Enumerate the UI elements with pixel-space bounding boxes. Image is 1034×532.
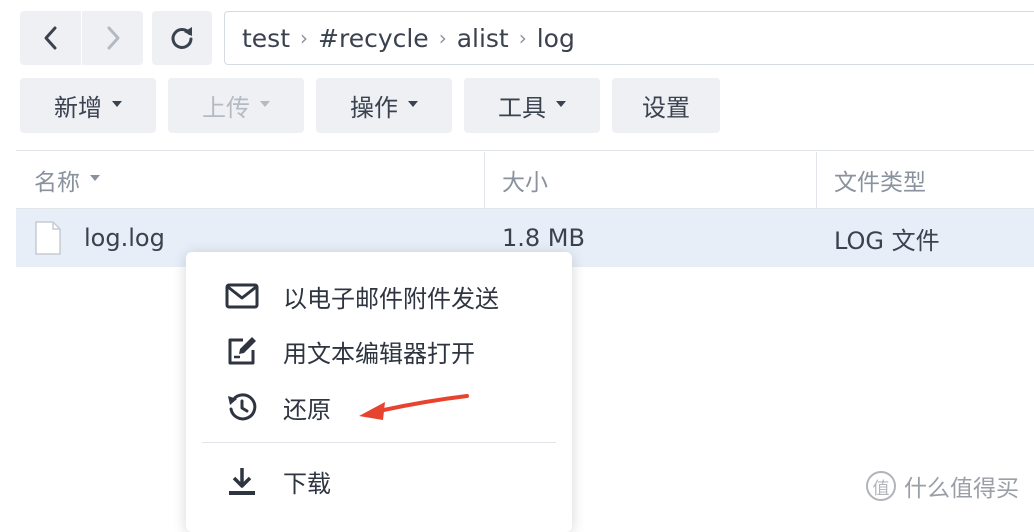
column-header-type[interactable]: 文件类型 <box>834 152 926 208</box>
annotation-arrow-icon <box>359 394 469 420</box>
menu-item-open-text-editor[interactable]: 用文本编辑器打开 <box>186 325 572 377</box>
upload-button-label: 上传 <box>202 94 250 122</box>
settings-button-label: 设置 <box>642 94 690 122</box>
column-header-name-label: 名称 <box>34 170 80 196</box>
action-button-label: 操作 <box>350 94 398 122</box>
breadcrumb-item-log[interactable]: log <box>537 24 575 53</box>
breadcrumb-separator: › <box>518 26 527 50</box>
file-icon <box>34 209 62 267</box>
caret-down-icon <box>260 100 270 107</box>
breadcrumb-item-alist[interactable]: alist <box>457 24 509 53</box>
download-icon <box>224 463 260 499</box>
table-top-divider <box>16 150 1034 151</box>
back-button[interactable] <box>20 11 81 65</box>
action-button[interactable]: 操作 <box>316 78 452 133</box>
column-divider[interactable] <box>484 152 485 208</box>
menu-item-label: 用文本编辑器打开 <box>283 339 475 368</box>
upload-button[interactable]: 上传 <box>168 78 304 133</box>
watermark-logo: 值 <box>866 471 896 501</box>
breadcrumb[interactable]: test › #recycle › alist › log <box>224 11 1034 65</box>
breadcrumb-separator: › <box>300 26 309 50</box>
refresh-icon <box>168 24 196 52</box>
breadcrumb-separator: › <box>438 26 447 50</box>
settings-button[interactable]: 设置 <box>612 78 720 133</box>
menu-item-label: 以电子邮件附件发送 <box>283 284 499 313</box>
caret-down-icon <box>556 100 566 107</box>
column-header-name[interactable]: 名称 <box>34 152 100 208</box>
chevron-right-icon <box>103 24 123 52</box>
restore-icon <box>224 389 260 425</box>
watermark: 值 什么值得买 <box>866 466 1019 506</box>
breadcrumb-item-recycle[interactable]: #recycle <box>318 24 429 53</box>
caret-down-icon <box>408 100 418 107</box>
breadcrumb-item-test[interactable]: test <box>242 24 290 53</box>
column-header-type-label: 文件类型 <box>834 170 926 196</box>
forward-button[interactable] <box>82 11 143 65</box>
history-nav-group <box>20 11 143 65</box>
refresh-button[interactable] <box>152 11 212 65</box>
menu-item-label: 还原 <box>283 395 331 424</box>
new-button-label: 新增 <box>54 94 102 122</box>
menu-item-download[interactable]: 下载 <box>186 455 572 507</box>
tools-button[interactable]: 工具 <box>464 78 600 133</box>
caret-down-icon <box>112 100 122 107</box>
file-name: log.log <box>84 224 165 252</box>
menu-item-label: 下载 <box>283 469 331 498</box>
column-divider[interactable] <box>816 152 817 208</box>
column-header-size[interactable]: 大小 <box>502 152 548 208</box>
file-type: LOG 文件 <box>834 226 940 255</box>
watermark-text: 什么值得买 <box>904 476 1019 502</box>
column-header-size-label: 大小 <box>502 170 548 196</box>
tools-button-label: 工具 <box>498 94 546 122</box>
new-button[interactable]: 新增 <box>20 78 156 133</box>
chevron-left-icon <box>41 24 61 52</box>
sort-down-icon <box>90 175 100 181</box>
mail-icon <box>224 278 260 314</box>
menu-divider <box>202 442 556 443</box>
edit-icon <box>224 333 260 369</box>
menu-item-send-email[interactable]: 以电子邮件附件发送 <box>186 270 572 322</box>
